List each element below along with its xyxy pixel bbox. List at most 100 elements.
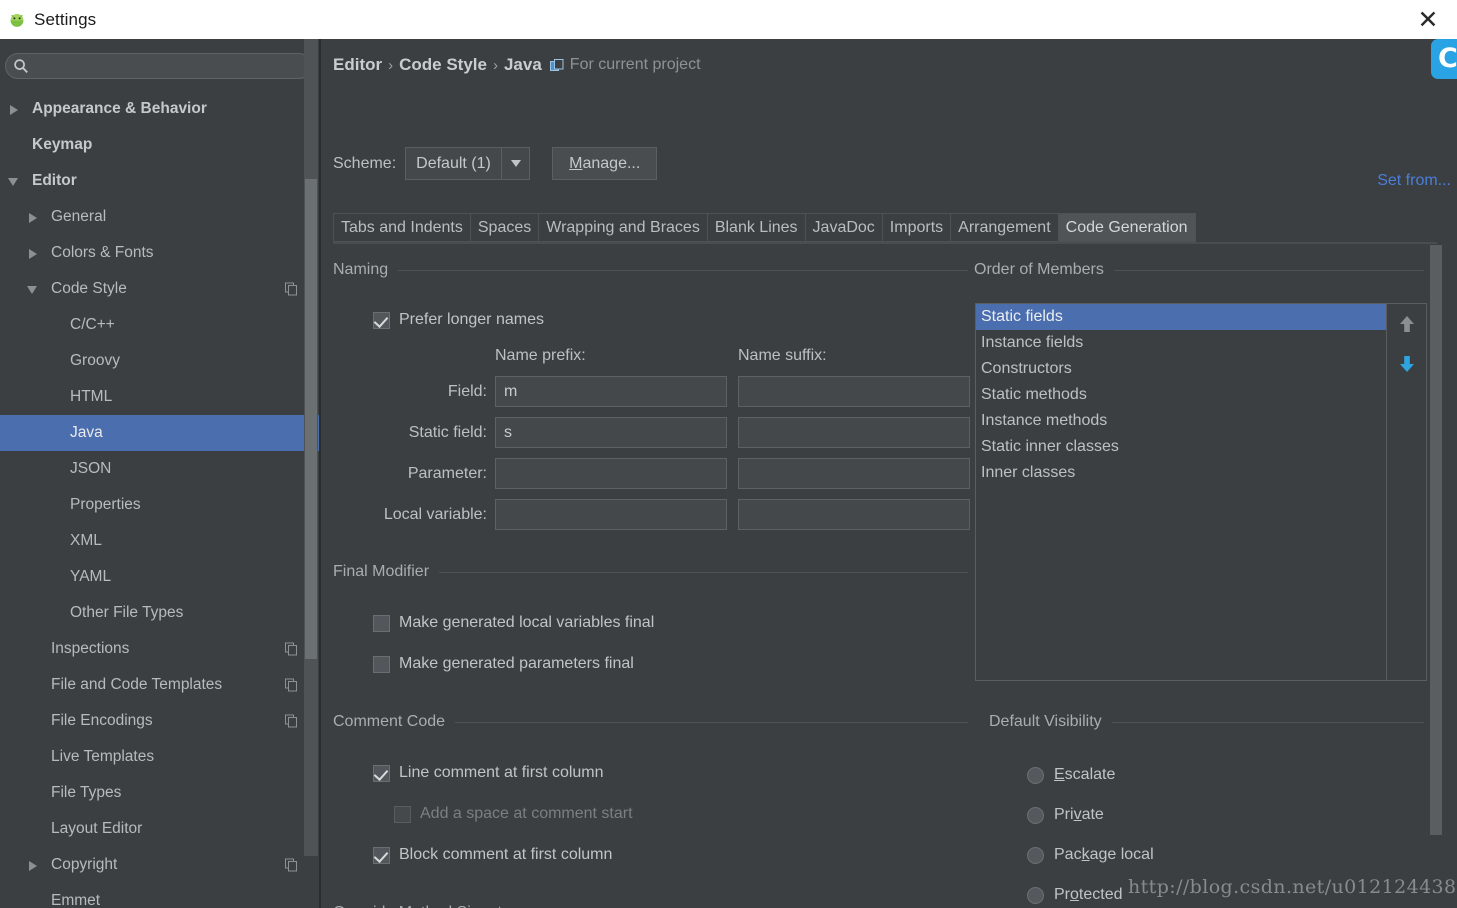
sidebar-item-c-c[interactable]: C/C++ — [0, 307, 320, 343]
sidebar-item-file-encodings[interactable]: File Encodings — [0, 703, 320, 739]
move-up-button[interactable] — [1387, 304, 1426, 344]
sidebar-item-yaml[interactable]: YAML — [0, 559, 320, 595]
sidebar-item-file-and-code-templates[interactable]: File and Code Templates — [0, 667, 320, 703]
tab-wrapping-and-braces[interactable]: Wrapping and Braces — [539, 213, 708, 242]
sidebar-item-properties[interactable]: Properties — [0, 487, 320, 523]
member-list-item[interactable]: Inner classes — [976, 460, 1386, 486]
sidebar-item-label: Live Templates — [51, 748, 155, 765]
settings-content: Editor › Code Style › Java For current p… — [321, 39, 1457, 908]
chevron-right-icon[interactable] — [8, 103, 21, 116]
member-list-item[interactable]: Static inner classes — [976, 434, 1386, 460]
prefer-longer-names-checkbox[interactable]: Prefer longer names — [373, 311, 544, 329]
sidebar-item-code-style[interactable]: Code Style — [0, 271, 320, 307]
sidebar-item-live-templates[interactable]: Live Templates — [0, 739, 320, 775]
comment-code-block-comment-at-first-column[interactable]: Block comment at first column — [373, 846, 612, 864]
tab-code-generation[interactable]: Code Generation — [1058, 213, 1196, 242]
name-suffix-column-header: Name suffix: — [738, 347, 827, 364]
scheme-label: Scheme: — [333, 154, 397, 172]
chevron-down-icon[interactable] — [501, 148, 529, 179]
sidebar-search[interactable] — [5, 53, 312, 79]
checkbox-label: Line comment at first column — [399, 764, 604, 781]
sidebar-item-copyright[interactable]: Copyright — [0, 847, 320, 883]
radio-label: Package local — [1054, 846, 1154, 863]
visibility-radio-package-local[interactable]: Package local — [1027, 846, 1154, 864]
sidebar-item-groovy[interactable]: Groovy — [0, 343, 320, 379]
name-prefix-input[interactable] — [495, 417, 727, 448]
sidebar-item-label: C/C++ — [70, 316, 115, 333]
tab-javadoc[interactable]: JavaDoc — [805, 213, 883, 242]
sidebar-item-file-types[interactable]: File Types — [0, 775, 320, 811]
name-prefix-input[interactable] — [495, 376, 727, 407]
tab-tabs-and-indents[interactable]: Tabs and Indents — [333, 213, 471, 242]
sidebar-item-colors-fonts[interactable]: Colors & Fonts — [0, 235, 320, 271]
chevron-down-icon[interactable] — [27, 283, 40, 296]
set-from-link[interactable]: Set from... — [1377, 172, 1451, 190]
visibility-radio-private[interactable]: Private — [1027, 806, 1104, 824]
manage-button[interactable]: Manage... — [552, 147, 658, 180]
visibility-radio-protected[interactable]: Protected — [1027, 886, 1123, 904]
tab-spaces[interactable]: Spaces — [470, 213, 540, 242]
name-suffix-input[interactable] — [738, 458, 970, 489]
tabs-underline — [333, 242, 1437, 244]
name-suffix-input[interactable] — [738, 376, 970, 407]
member-list-item[interactable]: Instance methods — [976, 408, 1386, 434]
sidebar-item-general[interactable]: General — [0, 199, 320, 235]
sidebar-item-layout-editor[interactable]: Layout Editor — [0, 811, 320, 847]
member-list-item[interactable]: Instance fields — [976, 330, 1386, 356]
final-modifier-make-generated-parameters-final[interactable]: Make generated parameters final — [373, 655, 634, 673]
visibility-radio-escalate[interactable]: Escalate — [1027, 766, 1115, 784]
member-list-item[interactable]: Static fields — [976, 304, 1386, 330]
sidebar-item-other-file-types[interactable]: Other File Types — [0, 595, 320, 631]
name-suffix-input[interactable] — [738, 417, 970, 448]
watermark-text: http://blog.csdn.net/u012124438 — [1128, 876, 1457, 898]
sidebar-item-inspections[interactable]: Inspections — [0, 631, 320, 667]
move-down-button[interactable] — [1387, 344, 1426, 384]
radio-button — [1027, 846, 1044, 864]
sidebar-item-emmet[interactable]: Emmet — [0, 883, 320, 908]
scheme-dropdown[interactable]: Default (1) — [405, 147, 531, 180]
tab-imports[interactable]: Imports — [882, 213, 952, 242]
name-prefix-input[interactable] — [495, 499, 727, 530]
sidebar-item-appearance-behavior[interactable]: Appearance & Behavior — [0, 91, 320, 127]
sidebar-item-keymap[interactable]: Keymap — [0, 127, 320, 163]
sidebar-item-xml[interactable]: XML — [0, 523, 320, 559]
default-visibility-group-header: Default Visibility — [989, 713, 1424, 731]
sidebar-item-editor[interactable]: Editor — [0, 163, 320, 199]
search-box[interactable] — [5, 53, 312, 79]
member-list-item[interactable]: Static methods — [976, 382, 1386, 408]
breadcrumb-editor[interactable]: Editor — [333, 55, 382, 75]
sidebar-item-html[interactable]: HTML — [0, 379, 320, 415]
window-title: Settings — [34, 9, 97, 29]
member-list-item[interactable]: Constructors — [976, 356, 1386, 382]
checkbox-box — [373, 655, 390, 673]
chevron-right-icon[interactable] — [27, 211, 40, 224]
settings-tree: Appearance & Behavior Keymap Editor General… — [0, 91, 320, 908]
comment-code-line-comment-at-first-column[interactable]: Line comment at first column — [373, 764, 604, 782]
sidebar-item-java[interactable]: Java — [0, 415, 320, 451]
close-icon[interactable]: ✕ — [1415, 7, 1441, 33]
final-modifier-make-generated-local-variables-final[interactable]: Make generated local variables final — [373, 614, 654, 632]
chevron-right-icon[interactable] — [27, 859, 40, 872]
breadcrumb-code-style[interactable]: Code Style — [399, 55, 487, 75]
radio-button — [1027, 886, 1044, 904]
chevron-down-icon[interactable] — [8, 175, 21, 188]
comment-code-add-a-space-at-comment-start: Add a space at comment start — [394, 805, 633, 823]
sidebar-item-json[interactable]: JSON — [0, 451, 320, 487]
sidebar-item-label: HTML — [70, 388, 113, 405]
breadcrumb-java[interactable]: Java — [504, 55, 542, 75]
name-suffix-input[interactable] — [738, 499, 970, 530]
order-of-members-list[interactable]: Static fields Instance fields Constructors… — [975, 303, 1387, 681]
content-scrollbar-thumb[interactable] — [1430, 245, 1442, 835]
settings-sidebar: Appearance & Behavior Keymap Editor General… — [0, 39, 320, 908]
name-prefix-input[interactable] — [495, 458, 727, 489]
chevron-right-icon[interactable] — [27, 247, 40, 260]
corner-app-badge[interactable]: C — [1431, 39, 1457, 79]
sidebar-scrollbar-thumb[interactable] — [305, 179, 317, 659]
tab-arrangement[interactable]: Arrangement — [951, 213, 1059, 242]
naming-group-header: Naming — [333, 261, 968, 279]
search-input[interactable] — [29, 58, 311, 74]
tab-blank-lines[interactable]: Blank Lines — [707, 213, 806, 242]
